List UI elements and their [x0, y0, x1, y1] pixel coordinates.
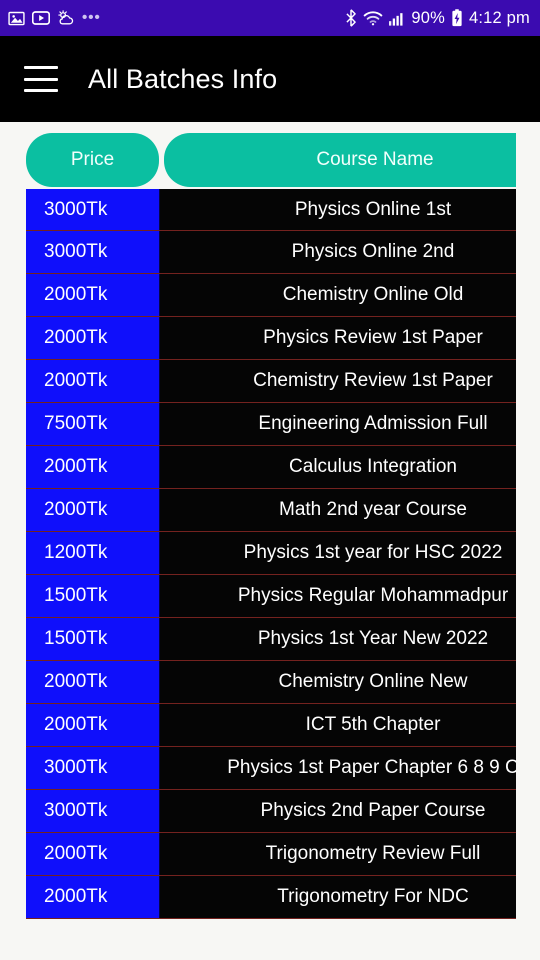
table-row[interactable]: 1200Tk Physics 1st year for HSC 2022: [26, 532, 516, 575]
notification-overflow-dots: •••: [82, 9, 101, 26]
table-row[interactable]: 2000Tk ICT 5th Chapter: [26, 704, 516, 747]
table-row[interactable]: 2000Tk Math 2nd year Course: [26, 489, 516, 532]
battery-percent-label: 90%: [411, 8, 445, 27]
cell-course-name: Physics 1st Paper Chapter 6 8 9 C: [160, 747, 516, 789]
table-row[interactable]: 2000Tk Chemistry Review 1st Paper: [26, 360, 516, 403]
column-header-course-name[interactable]: Course Name: [164, 133, 516, 187]
cell-price: 7500Tk: [26, 403, 160, 445]
table-row[interactable]: 3000Tk Physics Online 2nd: [26, 231, 516, 274]
status-bar[interactable]: ••• 90% 4:12 pm: [0, 0, 540, 36]
menu-icon-bar: [24, 66, 58, 69]
cell-course-name: Physics 2nd Paper Course: [160, 790, 516, 832]
all-batches-table: Price Course Name 3000Tk Physics Online 1…: [26, 133, 516, 919]
cell-price: 1500Tk: [26, 575, 160, 617]
app-bar: All Batches Info: [0, 36, 540, 122]
cell-price: 2000Tk: [26, 360, 160, 402]
table-row[interactable]: 2000Tk Trigonometry For NDC: [26, 876, 516, 919]
cell-price: 1500Tk: [26, 618, 160, 660]
clock-label: 4:12 pm: [468, 8, 530, 27]
video-player-icon: [32, 11, 50, 25]
battery-charging-icon: [451, 9, 463, 27]
cell-price: 2000Tk: [26, 274, 160, 316]
cell-course-name: Engineering Admission Full: [160, 403, 516, 445]
page-title: All Batches Info: [88, 63, 278, 94]
table-row[interactable]: 7500Tk Engineering Admission Full: [26, 403, 516, 446]
cell-price: 3000Tk: [26, 231, 160, 273]
cell-course-name: Trigonometry For NDC: [160, 876, 516, 918]
table-horizontal-scroll-container[interactable]: Price Course Name 3000Tk Physics Online 1…: [26, 133, 516, 919]
cell-course-name: Physics Online 2nd: [160, 231, 516, 273]
cell-course-name: Physics 1st Year New 2022: [160, 618, 516, 660]
cell-course-name: Trigonometry Review Full: [160, 833, 516, 875]
table-row[interactable]: 3000Tk Physics 1st Paper Chapter 6 8 9 C: [26, 747, 516, 790]
table-header-row: Price Course Name: [26, 133, 516, 187]
cell-course-name: Chemistry Online Old: [160, 274, 516, 316]
table-row[interactable]: 2000Tk Chemistry Online Old: [26, 274, 516, 317]
cell-course-name: Math 2nd year Course: [160, 489, 516, 531]
cell-course-name: Physics Review 1st Paper: [160, 317, 516, 359]
cell-course-name: Chemistry Review 1st Paper: [160, 360, 516, 402]
table-row[interactable]: 2000Tk Chemistry Online New: [26, 661, 516, 704]
table-row[interactable]: 3000Tk Physics Online 1st: [26, 188, 516, 231]
cell-course-name: Calculus Integration: [160, 446, 516, 488]
content-area: Price Course Name 3000Tk Physics Online 1…: [0, 122, 540, 960]
status-bar-notifications: •••: [8, 10, 108, 27]
table-row[interactable]: 2000Tk Calculus Integration: [26, 446, 516, 489]
cell-course-name: Physics Online 1st: [160, 189, 516, 230]
cell-price: 3000Tk: [26, 189, 160, 230]
cell-course-name: Physics 1st year for HSC 2022: [160, 532, 516, 574]
menu-icon-bar: [24, 77, 58, 81]
table-row[interactable]: 1500Tk Physics 1st Year New 2022: [26, 618, 516, 661]
cell-price: 2000Tk: [26, 446, 160, 488]
menu-icon-bar: [24, 89, 58, 92]
status-bar-system-icons: 90% 4:12 pm: [339, 9, 530, 28]
photo-icon: [8, 10, 25, 27]
column-header-price[interactable]: Price: [26, 133, 159, 187]
cell-price: 2000Tk: [26, 661, 160, 703]
table-body: 3000Tk Physics Online 1st 3000Tk Physics On…: [26, 188, 516, 919]
cell-price: 2000Tk: [26, 317, 160, 359]
hamburger-menu-icon[interactable]: [24, 66, 58, 92]
cell-price: 2000Tk: [26, 489, 160, 531]
table-row[interactable]: 3000Tk Physics 2nd Paper Course: [26, 790, 516, 833]
bluetooth-icon: [345, 9, 357, 27]
cell-price: 1200Tk: [26, 532, 160, 574]
cell-course-name: Physics Regular Mohammadpur: [160, 575, 516, 617]
table-row[interactable]: 2000Tk Physics Review 1st Paper: [26, 317, 516, 360]
cell-price: 2000Tk: [26, 833, 160, 875]
cell-course-name: ICT 5th Chapter: [160, 704, 516, 746]
weather-icon: [57, 10, 75, 26]
table-row[interactable]: 1500Tk Physics Regular Mohammadpur: [26, 575, 516, 618]
cell-price: 3000Tk: [26, 790, 160, 832]
cell-price: 2000Tk: [26, 704, 160, 746]
cell-price: 3000Tk: [26, 747, 160, 789]
wifi-icon: [363, 10, 383, 26]
table-row[interactable]: 2000Tk Trigonometry Review Full: [26, 833, 516, 876]
cell-price: 2000Tk: [26, 876, 160, 918]
cellular-signal-icon: [389, 11, 405, 26]
cell-course-name: Chemistry Online New: [160, 661, 516, 703]
